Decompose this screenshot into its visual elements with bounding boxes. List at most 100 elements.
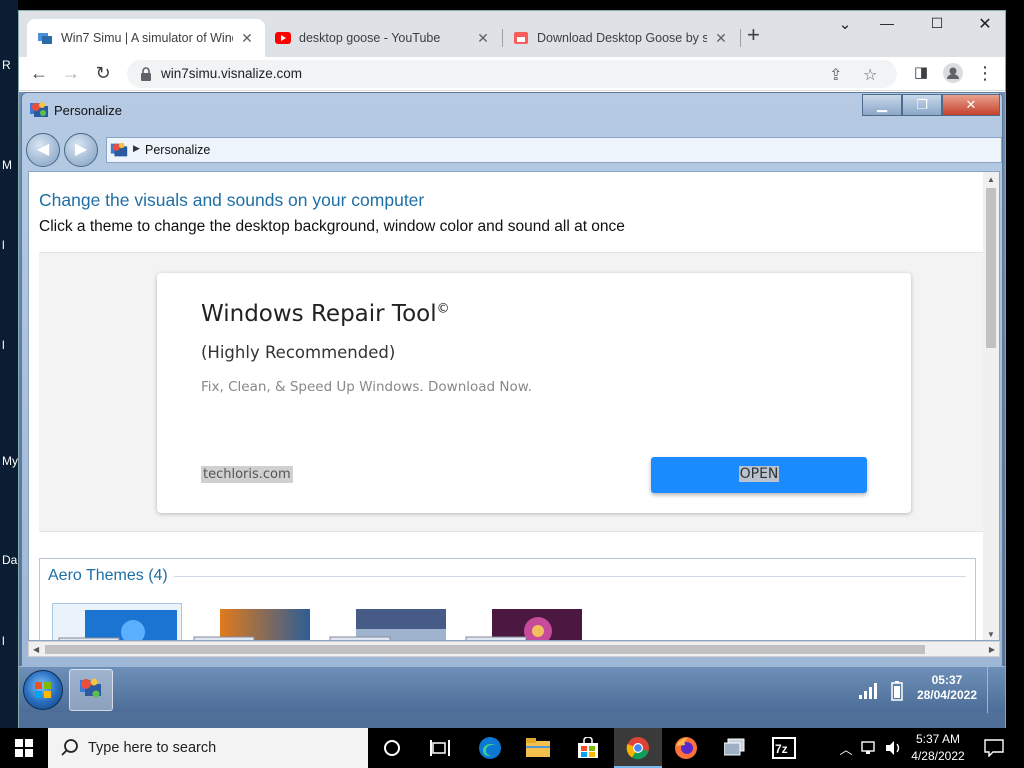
- side-panel-icon[interactable]: ◨: [909, 63, 933, 85]
- 7zip-icon[interactable]: 7z: [760, 728, 808, 768]
- desktop-label-fragment: l: [2, 338, 5, 352]
- youtube-icon: [275, 30, 291, 46]
- tab-title: desktop goose - YouTube: [299, 31, 441, 45]
- win7-taskbar: 05:37 28/04/2022: [19, 666, 1005, 713]
- maximize-icon[interactable]: ☐: [915, 15, 959, 32]
- aero-themes-group: Aero Themes (4): [39, 558, 976, 640]
- cortana-icon[interactable]: [368, 728, 416, 768]
- ad-container: Windows Repair Tool© (Highly Recommended…: [39, 252, 987, 532]
- personalize-window: Personalize ▁ ❐ ✕ ◀ ▶ ▶ Personalize Chan…: [21, 92, 1003, 670]
- breadcrumb-item[interactable]: Personalize: [145, 143, 210, 157]
- minimize-icon[interactable]: —: [865, 15, 909, 31]
- theme-thumbnail-architecture[interactable]: [186, 603, 316, 640]
- window-titlebar[interactable]: Personalize ▁ ❐ ✕: [22, 93, 1002, 129]
- scroll-down-icon[interactable]: ▼: [987, 630, 995, 639]
- task-view-icon[interactable]: [416, 728, 464, 768]
- new-tab-button[interactable]: +: [747, 24, 760, 46]
- minimize-icon[interactable]: ▁: [862, 94, 902, 116]
- horizontal-scrollbar[interactable]: ◀ ▶: [28, 641, 1000, 657]
- browser-toolbar: ← → ↻ win7simu.visnalize.com ⇪ ☆ ◨ ⋮: [19, 57, 1005, 91]
- scroll-right-icon[interactable]: ▶: [989, 645, 995, 654]
- theme-thumbnail-windows7[interactable]: [52, 603, 182, 640]
- close-icon[interactable]: ✕: [239, 30, 255, 47]
- scrollbar-thumb[interactable]: [986, 188, 996, 348]
- taskbar-personalize-button[interactable]: [69, 669, 113, 711]
- personalize-icon: [110, 142, 128, 157]
- tab-search-icon[interactable]: ⌄: [823, 15, 867, 33]
- profile-avatar[interactable]: [941, 63, 965, 85]
- window-title: Personalize: [54, 103, 122, 118]
- search-icon: [61, 739, 78, 756]
- battery-icon[interactable]: [891, 681, 903, 706]
- tab-title: Download Desktop Goose by samperson: [537, 31, 707, 45]
- section-title: Aero Themes (4): [48, 567, 174, 585]
- page-title: Change the visuals and sounds on your co…: [39, 190, 425, 210]
- back-icon[interactable]: ←: [27, 63, 51, 85]
- share-icon[interactable]: ⇪: [829, 65, 842, 85]
- vertical-scrollbar[interactable]: ▲ ▼: [983, 172, 999, 640]
- volume-icon[interactable]: [882, 728, 906, 768]
- close-icon[interactable]: ✕: [942, 94, 1000, 116]
- notifications-icon[interactable]: [970, 728, 1018, 768]
- tab-youtube[interactable]: desktop goose - YouTube ✕: [265, 19, 501, 57]
- scroll-left-icon[interactable]: ◀: [33, 645, 39, 654]
- win7-clock[interactable]: 05:37 28/04/2022: [917, 673, 977, 703]
- breadcrumb[interactable]: ▶ Personalize: [106, 137, 1002, 163]
- desktop-label-fragment: l: [2, 238, 5, 252]
- desktop-label-fragment: M: [2, 158, 12, 172]
- svg-text:7z: 7z: [775, 742, 788, 756]
- show-desktop-button[interactable]: [987, 667, 1005, 713]
- forward-button[interactable]: ▶: [64, 133, 98, 167]
- address-bar[interactable]: win7simu.visnalize.com ⇪ ☆: [127, 60, 897, 88]
- windows-start-icon[interactable]: [0, 728, 48, 768]
- menu-kebab-icon[interactable]: ⋮: [973, 63, 997, 85]
- page-subtitle: Click a theme to change the desktop back…: [39, 218, 625, 235]
- clock-date: 28/04/2022: [916, 688, 977, 702]
- taskbar-search[interactable]: Type here to search: [48, 728, 368, 768]
- desktop-label-fragment: R: [2, 58, 11, 72]
- system-clock[interactable]: 5:37 AM 4/28/2022: [906, 731, 970, 765]
- ad-card[interactable]: Windows Repair Tool© (Highly Recommended…: [157, 273, 911, 513]
- forward-icon[interactable]: →: [59, 63, 83, 85]
- close-window-icon[interactable]: ✕: [963, 14, 1007, 34]
- clock-time: 05:37: [931, 673, 963, 687]
- back-button[interactable]: ◀: [26, 133, 60, 167]
- desktop-label-fragment: My: [2, 454, 18, 468]
- tab-win7simu[interactable]: Win7 Simu | A simulator of Windows 7 ✕: [27, 19, 265, 57]
- firefox-icon[interactable]: [662, 728, 710, 768]
- network-icon[interactable]: [858, 728, 882, 768]
- url-text: win7simu.visnalize.com: [161, 66, 303, 81]
- system-time: 5:37 AM: [915, 732, 961, 746]
- search-placeholder: Type here to search: [88, 740, 217, 756]
- theme-thumbnail-landscapes[interactable]: [322, 603, 452, 640]
- tab-strip: Win7 Simu | A simulator of Windows 7 ✕ d…: [19, 11, 1005, 57]
- remote-desktop-icon[interactable]: [712, 728, 760, 768]
- chrome-icon[interactable]: [614, 728, 662, 768]
- signal-icon[interactable]: [859, 681, 881, 704]
- desktop-label-fragment: Da: [2, 553, 18, 567]
- host-desktop: R M l l My Da l: [0, 0, 18, 728]
- ad-open-button[interactable]: OPEN: [651, 457, 867, 493]
- close-icon[interactable]: ✕: [475, 30, 491, 47]
- desktop-label-fragment: l: [2, 634, 5, 648]
- win7-icon: [37, 30, 53, 46]
- lock-icon: [141, 67, 151, 81]
- scrollbar-thumb[interactable]: [45, 645, 925, 654]
- close-icon[interactable]: ✕: [713, 30, 729, 47]
- reload-icon[interactable]: ↻: [91, 63, 115, 85]
- personalize-content: Change the visuals and sounds on your co…: [28, 171, 1000, 641]
- ad-title: Windows Repair Tool©: [201, 301, 450, 327]
- store-icon[interactable]: [564, 728, 612, 768]
- chevron-up-icon[interactable]: ︿: [836, 728, 856, 768]
- bookmark-star-icon[interactable]: ☆: [863, 65, 877, 85]
- theme-thumbnail-nature[interactable]: [458, 603, 588, 640]
- explorer-nav: ◀ ▶ ▶ Personalize: [26, 133, 1002, 167]
- start-orb-icon[interactable]: [23, 670, 63, 710]
- personalize-icon: [30, 102, 48, 117]
- maximize-icon[interactable]: ❐: [902, 94, 942, 116]
- scroll-up-icon[interactable]: ▲: [987, 175, 995, 184]
- file-explorer-icon[interactable]: [514, 728, 562, 768]
- edge-icon[interactable]: [466, 728, 514, 768]
- tab-itch[interactable]: Download Desktop Goose by samperson ✕: [503, 19, 739, 57]
- ad-domain[interactable]: techloris.com: [201, 466, 293, 483]
